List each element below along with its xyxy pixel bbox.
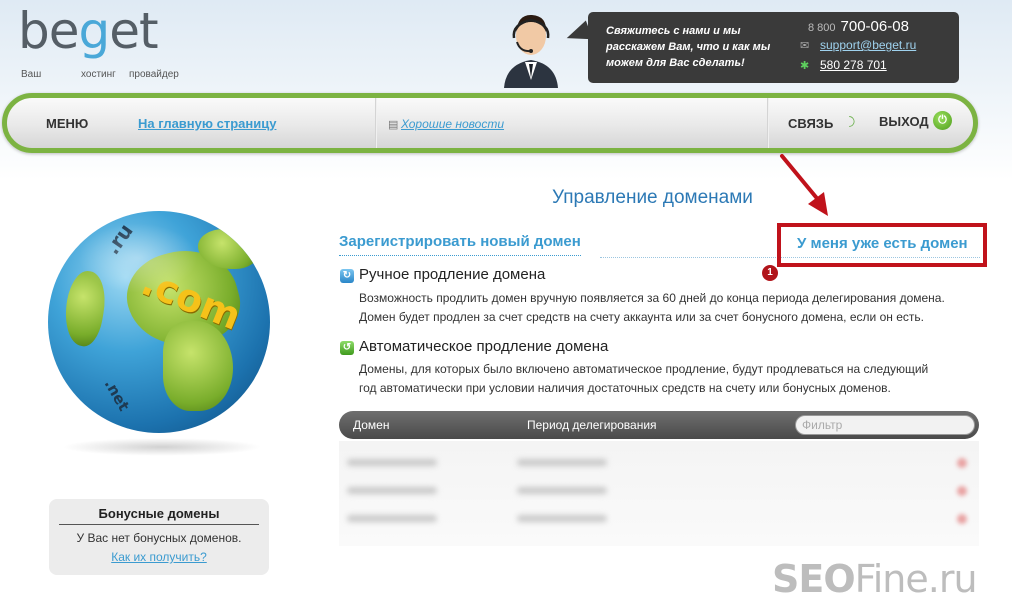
- filter-input[interactable]: [795, 415, 975, 435]
- column-header-period[interactable]: Период делегирования: [527, 418, 657, 432]
- beget-logo[interactable]: beget Ваш хостинг провайдер: [18, 2, 208, 88]
- logo-tagline-word: провайдер: [129, 69, 179, 80]
- blurred-cell: [347, 487, 437, 494]
- support-operator-icon: [504, 14, 558, 88]
- good-news-link[interactable]: Хорошие новости: [401, 117, 504, 131]
- home-page-link[interactable]: На главную страницу: [138, 116, 276, 131]
- domains-table-header: Домен Период делегирования: [339, 411, 979, 439]
- logo-word-accent: g: [78, 2, 111, 60]
- blurred-cell: [517, 515, 607, 522]
- icq-link[interactable]: 580 278 701: [820, 58, 887, 72]
- column-header-domain[interactable]: Домен: [353, 418, 390, 432]
- domain-globe-illustration: .ru .com .net: [40, 208, 270, 468]
- watermark-bold: SEO: [772, 557, 856, 601]
- globe-label-net: .net: [100, 375, 134, 415]
- table-row[interactable]: [339, 505, 979, 533]
- auto-renewal-title: Автоматическое продление домена: [359, 338, 609, 355]
- email-row: ✉ support@beget.ru: [800, 38, 916, 52]
- globe-icon: .ru .com .net: [48, 211, 270, 433]
- table-row[interactable]: [339, 449, 979, 477]
- auto-renewal-description: Домены, для которых было включено автома…: [359, 360, 969, 398]
- logo-word-start: be: [18, 2, 79, 60]
- exit-button[interactable]: ВЫХОД: [879, 114, 929, 129]
- main-navbar: МЕНЮ На главную страницу ▤ Хорошие новос…: [2, 93, 978, 153]
- icq-row: ✱ 580 278 701: [800, 58, 887, 72]
- logo-tagline: Ваш хостинг провайдер: [21, 69, 179, 80]
- description-line: Домены, для которых было включено автома…: [359, 362, 929, 376]
- contact-panel: Свяжитесь с нами и мы расскажем Вам, что…: [588, 12, 959, 83]
- refresh-icon: ↻: [340, 269, 354, 283]
- support-email-link[interactable]: support@beget.ru: [820, 38, 916, 52]
- phone-prefix: 8 800: [808, 22, 836, 34]
- blurred-cell: [347, 515, 437, 522]
- power-icon[interactable]: ⏻: [933, 111, 952, 130]
- description-line: год автоматически при условии наличия до…: [359, 381, 891, 395]
- envelope-icon: ✉: [800, 40, 810, 52]
- nav-divider: [375, 98, 377, 148]
- how-to-get-bonus-link[interactable]: Как их получить?: [49, 550, 269, 564]
- signal-icon: ◠: [842, 115, 859, 128]
- notification-badge: 1: [762, 265, 778, 281]
- seofine-watermark: SEOFine.ru: [772, 557, 978, 601]
- status-icon: [957, 486, 967, 496]
- bonus-domains-panel: Бонусные домены У Вас нет бонусных домен…: [49, 499, 269, 575]
- logo-tagline-word: Ваш: [21, 69, 42, 80]
- logo-word-end: et: [109, 2, 158, 60]
- logo-wordmark: beget: [18, 2, 159, 60]
- domains-table-body: [339, 441, 979, 546]
- blurred-cell: [517, 487, 607, 494]
- register-new-domain-link[interactable]: Зарегистрировать новый домен: [339, 233, 581, 256]
- contact-button[interactable]: СВЯЗЬ: [788, 116, 833, 131]
- logo-tagline-word: хостинг: [81, 69, 116, 80]
- news-document-icon: ▤: [388, 119, 399, 131]
- globe-highlight: [78, 223, 198, 293]
- status-icon: [957, 514, 967, 524]
- blurred-cell: [347, 459, 437, 466]
- blurred-cell: [517, 459, 607, 466]
- icq-flower-icon: ✱: [800, 60, 810, 72]
- globe-shadow: [62, 438, 262, 456]
- menu-button[interactable]: МЕНЮ: [46, 116, 88, 131]
- phone-number: 8 800 700-06-08: [808, 18, 909, 36]
- have-domain-link[interactable]: У меня уже есть домен: [797, 235, 968, 252]
- annotation-highlight-box: У меня уже есть домен: [777, 223, 987, 267]
- description-line: Возможность продлить домен вручную появл…: [359, 291, 945, 305]
- annotation-arrow-icon: [780, 154, 828, 216]
- manual-renewal-title: Ручное продление домена: [359, 266, 546, 283]
- manual-renewal-description: Возможность продлить домен вручную появл…: [359, 289, 969, 327]
- auto-renew-icon: ↺: [340, 341, 354, 355]
- nav-divider: [767, 98, 769, 148]
- bonus-domains-empty-text: У Вас нет бонусных доменов.: [76, 531, 242, 545]
- bonus-domains-title: Бонусные домены: [59, 506, 259, 525]
- status-icon: [957, 458, 967, 468]
- table-row[interactable]: [339, 477, 979, 505]
- phone-digits: 700-06-08: [840, 18, 909, 35]
- watermark-light: Fine.ru: [854, 557, 978, 601]
- contact-message: Свяжитесь с нами и мы расскажем Вам, что…: [606, 25, 771, 69]
- description-line: Домен будет продлен за счет средств на с…: [359, 310, 924, 324]
- page-title: Управление доменами: [552, 187, 753, 208]
